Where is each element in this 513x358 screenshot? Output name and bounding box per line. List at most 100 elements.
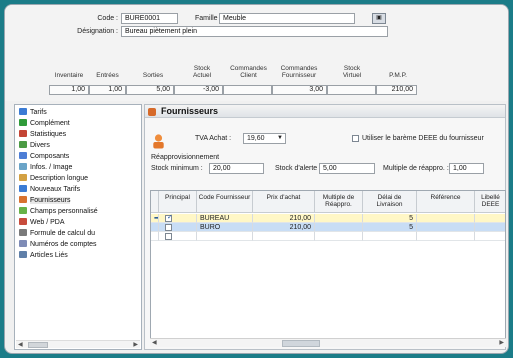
complement-icon bbox=[19, 119, 27, 126]
stock-head-entrees: Entrées bbox=[96, 72, 119, 79]
grid-head-delai: Délai de Livraison bbox=[363, 191, 417, 213]
grid-head-prix: Prix d'achat bbox=[253, 191, 315, 213]
delai-cell[interactable]: 5 bbox=[363, 223, 417, 232]
sidebar-item-formule[interactable]: Formule de calcul du bbox=[19, 229, 95, 239]
sidebar-item-description[interactable]: Description longue bbox=[19, 174, 88, 184]
check-icon: ✓ bbox=[167, 214, 173, 221]
reference-cell[interactable] bbox=[417, 214, 475, 223]
multiple-cell[interactable] bbox=[315, 232, 363, 241]
famille-lookup-button[interactable]: ▣ bbox=[372, 13, 386, 24]
scroll-right-icon[interactable]: ▶ bbox=[133, 341, 138, 349]
code-field[interactable]: BURE0001 bbox=[121, 13, 178, 24]
tarifs-icon bbox=[19, 108, 27, 115]
delai-cell[interactable]: 5 bbox=[363, 214, 417, 223]
principal-checkbox[interactable] bbox=[165, 224, 172, 231]
tva-select[interactable]: 19,60 ▼ bbox=[243, 133, 286, 144]
sidebar-item-fournisseurs[interactable]: Fournisseurs bbox=[19, 196, 71, 206]
prix-cell[interactable]: 210,00 bbox=[253, 223, 315, 232]
sidebar-horizontal-scrollbar[interactable]: ◀ ▶ bbox=[16, 340, 140, 348]
reference-cell[interactable] bbox=[417, 223, 475, 232]
row-marker bbox=[151, 223, 159, 232]
principal-cell[interactable] bbox=[159, 223, 197, 232]
delai-cell[interactable] bbox=[363, 232, 417, 241]
article-sections-sidebar: Tarifs Complément Statistiques Divers Co… bbox=[14, 104, 142, 350]
stock-head-actuel: Stock Actuel bbox=[192, 65, 212, 79]
scroll-left-icon[interactable]: ◀ bbox=[18, 341, 23, 349]
sidebar-item-divers[interactable]: Divers bbox=[19, 141, 50, 151]
principal-cell[interactable] bbox=[159, 232, 197, 241]
stock-head-sorties: Sorties bbox=[142, 72, 164, 79]
stock-alert-label: Stock d'alerte : bbox=[275, 165, 322, 172]
sidebar-item-statistiques[interactable]: Statistiques bbox=[19, 130, 66, 140]
code-cell[interactable] bbox=[197, 232, 253, 241]
stock-value-sorties: 5,00 bbox=[126, 85, 174, 95]
linked-items-icon bbox=[19, 251, 27, 258]
prix-cell[interactable] bbox=[253, 232, 315, 241]
stock-head-virtuel: Stock Virtuel bbox=[342, 65, 362, 79]
suppliers-icon bbox=[19, 196, 27, 203]
principal-checkbox[interactable]: ✓ bbox=[165, 214, 173, 222]
sidebar-item-composants[interactable]: Composants bbox=[19, 152, 69, 162]
sidebar-item-complement[interactable]: Complément bbox=[19, 119, 70, 129]
table-row[interactable]: BURO 210,00 5 bbox=[151, 223, 505, 232]
grid-scroll-thumb[interactable] bbox=[282, 340, 320, 347]
sidebar-item-tarifs[interactable]: Tarifs bbox=[19, 108, 47, 118]
sidebar-item-infos-image[interactable]: Infos. / Image bbox=[19, 163, 72, 173]
stock-value-inventaire: 1,00 bbox=[49, 85, 89, 95]
principal-checkbox[interactable] bbox=[165, 233, 172, 240]
scroll-left-icon[interactable]: ◀ bbox=[152, 339, 157, 348]
stock-alert-field[interactable]: 5,00 bbox=[319, 163, 375, 174]
row-marker bbox=[151, 232, 159, 241]
sidebar-item-numeros-comptes[interactable]: Numéros de comptes bbox=[19, 240, 97, 250]
designation-label: Désignation : bbox=[77, 28, 118, 35]
grid-head-code: Code Fournisseur bbox=[197, 191, 253, 213]
designation-field[interactable]: Bureau piètement plein bbox=[121, 26, 388, 37]
stock-value-entrees: 1,00 bbox=[89, 85, 126, 95]
prix-cell[interactable]: 210,00 bbox=[253, 214, 315, 223]
sidebar-item-articles-lies[interactable]: Articles Liés bbox=[19, 251, 68, 261]
statistics-icon bbox=[19, 130, 27, 137]
stock-head-commandes-fournisseur: Commandes Fournisseur bbox=[280, 65, 318, 79]
code-cell[interactable]: BURO bbox=[197, 223, 253, 232]
divers-icon bbox=[19, 141, 27, 148]
deee-checkbox[interactable] bbox=[352, 135, 359, 142]
web-pda-icon bbox=[19, 218, 27, 225]
multiple-reappro-label: Multiple de réappro. : bbox=[383, 165, 449, 172]
famille-field[interactable]: Meuble bbox=[219, 13, 355, 24]
stock-head-commandes-client: Commandes Client bbox=[230, 65, 267, 79]
chevron-down-icon: ▼ bbox=[277, 135, 283, 141]
sidebar-item-nouveaux-tarifs[interactable]: Nouveaux Tarifs bbox=[19, 185, 80, 195]
sidebar-item-champs[interactable]: Champs personnalisé bbox=[19, 207, 98, 217]
suppliers-title-icon bbox=[148, 108, 156, 116]
tva-label: TVA Achat : bbox=[195, 135, 232, 142]
reference-cell[interactable] bbox=[417, 232, 475, 241]
table-row[interactable] bbox=[151, 232, 505, 241]
supplier-avatar-icon bbox=[153, 134, 164, 149]
principal-cell[interactable]: ✓ bbox=[159, 214, 197, 223]
grid-row-header-col bbox=[151, 191, 159, 213]
screenshot-frame: Code : BURE0001 Famille : Meuble ▣ Désig… bbox=[0, 0, 513, 358]
components-icon bbox=[19, 152, 27, 159]
sidebar-item-web-pda[interactable]: Web / PDA bbox=[19, 218, 65, 228]
libelle-cell[interactable] bbox=[475, 232, 505, 241]
scroll-right-icon[interactable]: ▶ bbox=[499, 339, 504, 348]
libelle-cell[interactable] bbox=[475, 214, 505, 223]
stock-value-commandes-client bbox=[223, 85, 272, 95]
multiple-cell[interactable] bbox=[315, 214, 363, 223]
table-row[interactable]: ➡ ✓ BUREAU 210,00 5 bbox=[151, 214, 505, 223]
grid-horizontal-scrollbar[interactable]: ◀ ▶ bbox=[150, 338, 506, 347]
custom-fields-icon bbox=[19, 207, 27, 214]
lookup-icon: ▣ bbox=[376, 15, 382, 21]
multiple-cell[interactable] bbox=[315, 223, 363, 232]
article-header-panel: Code : BURE0001 Famille : Meuble ▣ Désig… bbox=[5, 5, 508, 101]
sidebar-scroll-thumb[interactable] bbox=[28, 342, 48, 348]
stock-head-inventaire: Inventaire bbox=[54, 72, 84, 79]
code-cell[interactable]: BUREAU bbox=[197, 214, 253, 223]
stock-minimum-field[interactable]: 20,00 bbox=[209, 163, 264, 174]
grid-head-reference: Référence bbox=[417, 191, 475, 213]
formula-icon bbox=[19, 229, 27, 236]
reappro-section-label: Réapprovisionnement bbox=[151, 154, 220, 161]
grid-head-principal: Principal bbox=[159, 191, 197, 213]
multiple-reappro-field[interactable]: 1,00 bbox=[449, 163, 484, 174]
libelle-cell[interactable] bbox=[475, 223, 505, 232]
